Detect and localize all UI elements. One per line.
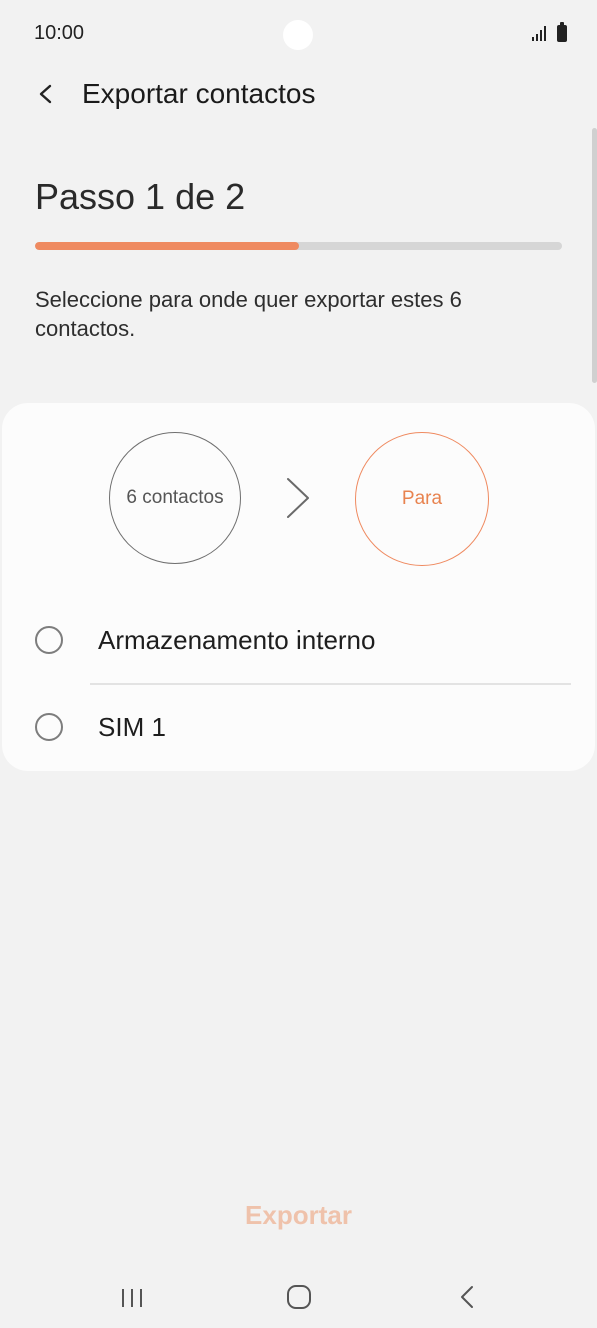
screen: 10:00 Exportar contactos Passo 1 de 2 Se… bbox=[0, 0, 597, 1328]
radio-button[interactable] bbox=[35, 626, 63, 654]
app-header: Exportar contactos bbox=[0, 70, 597, 120]
source-circle: 6 contactos bbox=[109, 432, 241, 564]
option-label: SIM 1 bbox=[98, 712, 166, 742]
destination-circle: Para bbox=[355, 432, 489, 566]
page-title: Exportar contactos bbox=[82, 78, 316, 109]
export-button[interactable]: Exportar bbox=[0, 1200, 597, 1240]
back-icon[interactable] bbox=[452, 1281, 484, 1313]
chevron-right-icon bbox=[287, 478, 309, 518]
source-label: 6 contactos bbox=[126, 487, 224, 508]
signal-icon bbox=[532, 26, 546, 41]
status-time: 10:00 bbox=[34, 22, 85, 44]
option-internal-storage[interactable]: Armazenamento interno bbox=[2, 601, 595, 681]
home-icon[interactable] bbox=[283, 1281, 315, 1313]
instruction-text: Seleccione para onde quer exportar estes… bbox=[35, 287, 462, 341]
back-arrow-icon[interactable] bbox=[28, 76, 64, 112]
navigation-bar bbox=[0, 1270, 597, 1328]
progress-fill bbox=[35, 242, 299, 250]
progress-bar bbox=[35, 242, 562, 250]
status-icons bbox=[531, 22, 567, 42]
battery-icon bbox=[557, 22, 567, 42]
recent-apps-icon[interactable] bbox=[116, 1282, 148, 1314]
camera-cutout bbox=[283, 20, 313, 50]
step-title: Passo 1 de 2 bbox=[35, 176, 246, 217]
export-destination-card: 6 contactos Para Armazenamento interno S… bbox=[2, 403, 595, 771]
option-sim-1[interactable]: SIM 1 bbox=[2, 688, 595, 768]
scrollbar[interactable] bbox=[592, 128, 597, 383]
radio-button[interactable] bbox=[35, 713, 63, 741]
destination-label: Para bbox=[401, 488, 443, 509]
status-bar: 10:00 bbox=[0, 0, 597, 70]
option-label: Armazenamento interno bbox=[98, 625, 376, 655]
divider bbox=[90, 683, 571, 685]
